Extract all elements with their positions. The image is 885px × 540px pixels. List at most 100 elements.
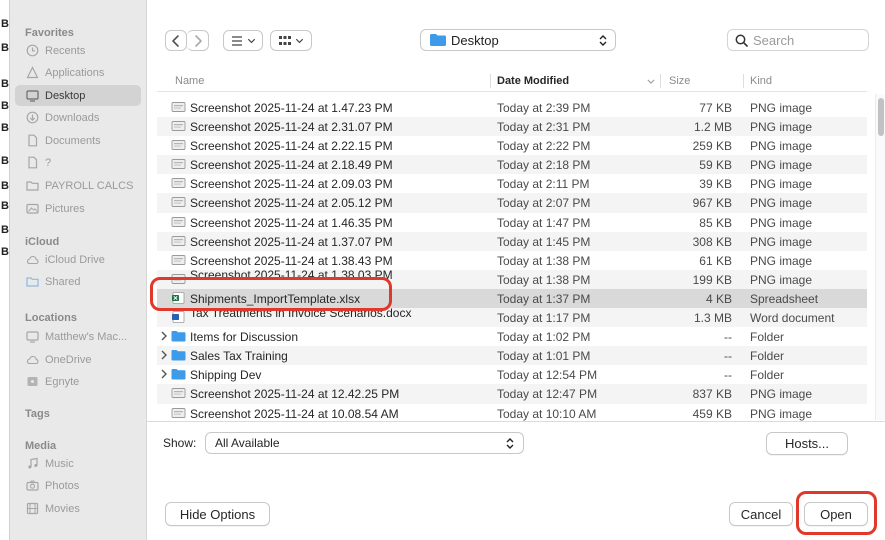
background-letter: B xyxy=(1,155,9,167)
column-size[interactable]: Size xyxy=(669,75,690,87)
file-size: 308 KB xyxy=(692,234,732,249)
cloud-icon xyxy=(26,355,39,365)
image-file-icon xyxy=(171,254,186,265)
background-letter: B xyxy=(1,18,9,30)
file-row[interactable]: Screenshot 2025-11-24 at 1.46.35 PM Today… xyxy=(157,213,867,232)
forward-button[interactable] xyxy=(187,30,209,51)
column-separator xyxy=(743,74,744,88)
scrollbar-thumb[interactable] xyxy=(878,98,884,136)
cancel-button[interactable]: Cancel xyxy=(729,502,793,526)
sidebar-item-label: Documents xyxy=(45,134,101,147)
hide-options-label: Hide Options xyxy=(179,506,256,522)
sidebar-item-movies[interactable]: Movies xyxy=(15,498,141,519)
file-date-modified: Today at 2:07 PM xyxy=(497,196,591,211)
file-row[interactable]: Tax Treatments in Invoice Scenarios.docx… xyxy=(157,306,867,328)
file-size: 77 KB xyxy=(699,101,732,115)
sidebar-item-music[interactable]: Music xyxy=(15,453,141,474)
background-letter: B xyxy=(1,100,9,112)
sidebar-item-icloud-drive[interactable]: iCloud Drive xyxy=(15,249,141,270)
image-file-icon xyxy=(171,121,186,132)
folder-row[interactable]: Sales Tax Training Today at 1:01 PM -- Fold… xyxy=(157,346,867,366)
list-view-button[interactable] xyxy=(223,30,263,51)
sidebar-item-shared[interactable]: Shared xyxy=(15,271,141,292)
file-kind: Folder xyxy=(750,349,785,364)
column-date-modified[interactable]: Date Modified xyxy=(497,75,569,87)
file-name: Screenshot 2025-11-24 at 2.18.49 PM xyxy=(190,158,393,173)
sidebar-item-payroll-calcs[interactable]: PAYROLL CALCS xyxy=(15,175,141,196)
file-list-scrollbar[interactable] xyxy=(875,94,885,420)
grid-view-icon xyxy=(279,35,291,45)
sidebar-item-recents[interactable]: Recents xyxy=(15,40,141,61)
hosts-button[interactable]: Hosts... xyxy=(766,432,848,455)
file-kind: PNG image xyxy=(750,139,813,154)
sidebar-item-label: Downloads xyxy=(45,111,100,124)
search-placeholder: Search xyxy=(753,32,795,48)
updown-chevron-icon xyxy=(506,438,514,449)
grid-view-button[interactable] xyxy=(270,30,312,51)
document-icon xyxy=(28,156,38,169)
show-format-dropdown[interactable]: All Available xyxy=(205,432,524,454)
search-field[interactable]: Search xyxy=(727,29,869,51)
file-row[interactable]: Screenshot 2025-11-24 at 2.31.07 PM Today… xyxy=(157,117,867,137)
folder-row[interactable]: Shipping Dev Today at 12:54 PM -- Folder xyxy=(157,365,867,384)
file-row[interactable]: Screenshot 2025-11-24 at 2.18.49 PM Today… xyxy=(157,155,867,175)
file-row[interactable]: Screenshot 2025-11-24 at 1.38.03 PM Today… xyxy=(157,268,867,289)
sidebar-item-[interactable]: ? xyxy=(15,152,141,173)
hosts-button-label: Hosts... xyxy=(784,436,830,451)
show-label: Show: xyxy=(163,436,197,450)
location-dropdown[interactable]: Desktop xyxy=(420,29,616,51)
sidebar-item-photos[interactable]: Photos xyxy=(15,475,141,496)
folder-icon xyxy=(171,350,186,361)
file-name: Screenshot 2025-11-24 at 2.05.12 PM xyxy=(190,196,393,211)
sidebar-section-locations: Locations xyxy=(25,312,77,324)
sidebar-item-egnyte[interactable]: Egnyte xyxy=(15,371,141,392)
file-kind: Word document xyxy=(750,311,835,326)
file-name: Screenshot 2025-11-24 at 1.38.43 PM xyxy=(190,253,393,268)
film-icon xyxy=(26,502,39,515)
file-size: 61 KB xyxy=(699,253,732,268)
column-header: Name Date Modified Size Kind xyxy=(157,70,867,92)
file-row[interactable]: Screenshot 2025-11-24 at 1.37.07 PM Today… xyxy=(157,231,867,251)
column-name[interactable]: Name xyxy=(175,75,204,87)
file-row[interactable]: Screenshot 2025-11-24 at 12.42.25 PM Toda… xyxy=(157,384,867,404)
disclosure-triangle-icon[interactable] xyxy=(160,369,168,379)
file-row[interactable]: Screenshot 2025-11-24 at 2.22.15 PM Today… xyxy=(157,136,867,155)
file-name: Screenshot 2025-11-24 at 1.46.35 PM xyxy=(190,215,393,230)
background-letter: B xyxy=(1,122,9,134)
file-row[interactable]: Screenshot 2025-11-24 at 10.08.54 AM Toda… xyxy=(157,404,867,423)
file-size: 4 KB xyxy=(705,291,732,306)
folder-row[interactable]: Items for Discussion Today at 1:02 PM -- Fo… xyxy=(157,327,867,346)
sidebar-item-applications[interactable]: Applications xyxy=(15,62,141,83)
file-size: 1.2 MB xyxy=(693,120,732,135)
file-row[interactable]: Screenshot 2025-11-24 at 1.47.23 PM Today… xyxy=(157,98,867,117)
hide-options-button[interactable]: Hide Options xyxy=(165,502,270,526)
pictures-icon xyxy=(26,203,39,214)
open-button[interactable]: Open xyxy=(804,502,868,526)
column-kind[interactable]: Kind xyxy=(750,75,772,87)
sidebar-item-documents[interactable]: Documents xyxy=(15,130,141,151)
background-letter: B xyxy=(1,224,9,236)
sidebar-item-matthew-s-mac[interactable]: Matthew's Mac... xyxy=(15,326,141,347)
chevron-left-icon xyxy=(172,34,179,47)
search-icon xyxy=(735,34,748,47)
sort-descending-icon xyxy=(647,79,655,84)
sidebar-item-onedrive[interactable]: OneDrive xyxy=(15,349,141,370)
sidebar-item-downloads[interactable]: Downloads xyxy=(15,107,141,128)
file-date-modified: Today at 1:02 PM xyxy=(497,330,591,345)
sidebar-item-pictures[interactable]: Pictures xyxy=(15,198,141,219)
sidebar-item-label: Recents xyxy=(45,44,86,57)
sidebar-section-icloud: iCloud xyxy=(25,236,60,248)
file-row[interactable]: Screenshot 2025-11-24 at 2.09.03 PM Today… xyxy=(157,174,867,193)
sidebar-item-label: Egnyte xyxy=(45,375,80,388)
back-button[interactable] xyxy=(165,30,187,51)
camera-icon xyxy=(26,480,39,491)
column-separator xyxy=(490,74,491,88)
sidebar-item-desktop[interactable]: Desktop xyxy=(15,85,141,106)
file-size: 199 KB xyxy=(692,272,732,287)
chevron-down-icon xyxy=(247,38,256,44)
file-row[interactable]: Screenshot 2025-11-24 at 2.05.12 PM Today… xyxy=(157,193,867,213)
sidebar-item-label: Pictures xyxy=(45,202,85,215)
background-letter: B xyxy=(1,42,9,54)
disclosure-triangle-icon[interactable] xyxy=(160,331,168,341)
disclosure-triangle-icon[interactable] xyxy=(160,350,168,360)
